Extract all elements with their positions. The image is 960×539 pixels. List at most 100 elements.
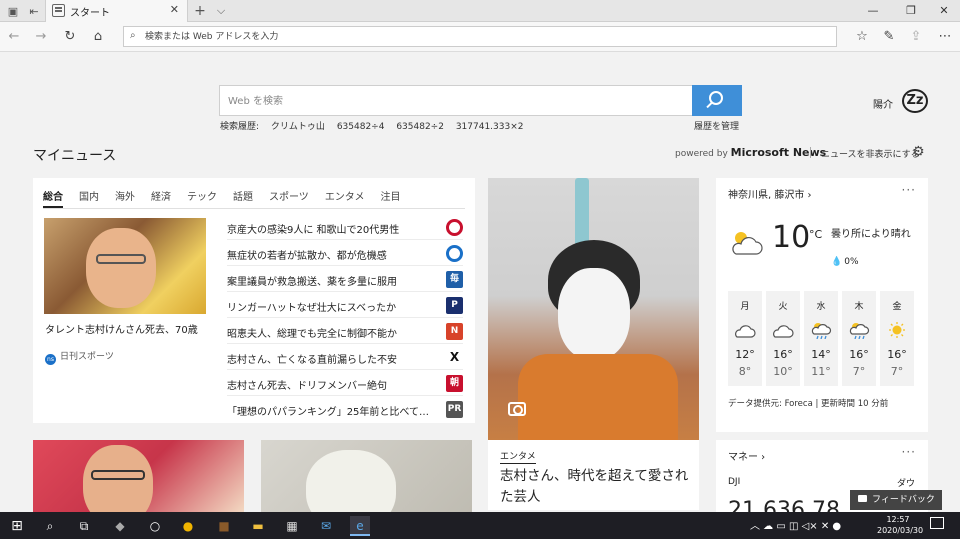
forecast-day-label: 金 [892,302,902,312]
tab-featured[interactable]: 注目 [381,186,401,208]
gear-icon[interactable]: ⚙ [912,144,925,160]
news-card-image[interactable] [33,440,244,512]
news-card-image[interactable] [261,440,472,512]
headline-text[interactable]: 京産大の感染9人に 和歌山で20代男性 [227,221,399,236]
tab-sports[interactable]: スポーツ [269,186,309,208]
hero-news-source: ns 日刊スポーツ [45,349,114,365]
tabs-aside-icon[interactable]: ⇤ [26,3,42,19]
headline-item[interactable]: 志村さん死去、ドリフメンバー絶句 朝 [227,370,463,396]
notification-icon[interactable] [930,517,944,529]
search-history-item[interactable]: 635482÷4 [337,122,385,132]
windows-start-icon[interactable]: ⊞ [7,516,27,536]
camera-icon [508,402,526,416]
precipitation-value: 0% [844,257,859,267]
tab-start[interactable]: スタート ✕ [45,0,188,22]
forecast-day[interactable]: 月 12° 8° [728,291,762,386]
tab-tech[interactable]: テック [187,186,217,208]
tab-topics[interactable]: 話題 [233,186,253,208]
more-icon[interactable]: ··· [902,445,916,459]
edge-browser-icon[interactable]: e [350,516,370,536]
story-headline[interactable]: 志村さん、時代を超えて愛された芸人 [500,466,690,508]
address-bar[interactable]: ⌕ [123,26,837,47]
tab-entertainment[interactable]: エンタメ [325,186,365,208]
minimize-button[interactable]: — [864,2,882,20]
window-close-button[interactable]: ✕ [935,2,953,20]
restore-button[interactable]: ❐ [902,2,920,20]
more-icon[interactable]: ··· [902,183,916,197]
headline-text[interactable]: 無症状の若者が拡散か、都が危機感 [227,247,387,262]
manage-history-link[interactable]: 履歴を管理 [694,119,739,132]
clock[interactable]: 12:57 2020/03/30 [877,514,923,536]
search-icon[interactable]: ⌕ [40,516,60,536]
forward-icon[interactable]: → [32,28,50,46]
story-photo[interactable] [488,178,699,440]
headline-text[interactable]: 志村さん死去、ドリフメンバー絶句 [227,377,387,392]
news-source-logo-icon: 毎 [446,271,463,288]
favorites-icon[interactable]: ☆ [853,28,871,46]
task-view-icon[interactable]: ⧉ [74,516,94,536]
share-icon[interactable]: ⇪ [907,28,925,46]
forecast-list: 月 12° 8° 火 16° 10° 水 14° 11° 木 16° 7° 金 16° 7° [728,291,918,386]
new-tab-button[interactable]: + [192,3,208,19]
headline-text[interactable]: リンガーハットなぜ壮大にスベったか [227,299,396,314]
tab-actions-icon[interactable]: ▣ [5,3,21,19]
headline-item[interactable]: 無症状の若者が拡散か、都が危機感 [227,240,463,266]
user-avatar-icon[interactable]: Zz [902,89,928,113]
search-history-item[interactable]: クリムトゥ山 [271,122,325,132]
search-icon [709,91,723,105]
tab-domestic[interactable]: 国内 [79,186,99,208]
opera-icon[interactable]: ○ [145,516,165,536]
headline-text[interactable]: 案里議員が救急搬送、薬を多量に服用 [227,273,397,288]
headline-item[interactable]: 案里議員が救急搬送、薬を多量に服用 毎 [227,266,463,292]
app-icon[interactable]: ◆ [110,516,130,536]
forecast-high: 14° [811,348,831,361]
headline-text[interactable]: 昭恵夫人、総理でも完全に制御不能か [227,325,397,340]
forecast-day-label: 水 [816,302,826,312]
headline-item[interactable]: リンガーハットなぜ壮大にスベったか P [227,292,463,318]
forecast-day[interactable]: 木 16° 7° [842,291,876,386]
home-icon[interactable]: ⌂ [89,28,107,46]
feedback-button[interactable]: フィードバック [850,490,942,510]
tab-close-icon[interactable]: ✕ [170,3,179,16]
more-icon[interactable]: ⋯ [936,28,954,46]
weather-location[interactable]: 神奈川県, 藤沢市 › [728,186,812,201]
refresh-icon[interactable]: ↻ [61,28,79,46]
money-title[interactable]: マネー › [728,448,765,463]
tab-world[interactable]: 海外 [115,186,135,208]
address-input[interactable] [145,28,825,45]
tab-general[interactable]: 総合 [43,186,63,208]
search-history-item[interactable]: 317741.333×2 [456,122,524,132]
back-icon[interactable]: ← [5,28,23,46]
headline-item[interactable]: 京産大の感染9人に 和歌山で20代男性 [227,214,463,240]
pen-icon[interactable]: ✎ [880,28,898,46]
file-explorer-icon[interactable]: ▬ [248,516,268,536]
web-search-input[interactable] [228,92,683,110]
mail-icon[interactable]: ✉ [316,516,336,536]
photo-story-card[interactable]: エンタメ 志村さん、時代を超えて愛された芸人 [488,178,699,510]
sun-rain-icon [811,323,832,339]
tab-list-icon[interactable]: ⌵ [213,3,229,19]
headline-text[interactable]: 「理想のパパランキング」25年前と比べて… [227,403,429,418]
app-icon[interactable]: ■ [214,516,234,536]
hero-news-image[interactable] [44,218,206,314]
headline-text[interactable]: 志村さん、亡くなる直前漏らした不安 [227,351,397,366]
store-icon[interactable]: ▦ [282,516,302,536]
headline-item[interactable]: 志村さん、亡くなる直前漏らした不安 X [227,344,463,370]
hide-news-link[interactable]: ニュースを非表示にする [821,147,920,160]
forecast-day[interactable]: 金 16° 7° [880,291,914,386]
search-button[interactable] [692,85,742,116]
headline-item[interactable]: 「理想のパパランキング」25年前と比べて… PR [227,396,463,422]
tab-economy[interactable]: 経済 [151,186,171,208]
money-title-text: マネー [728,452,758,463]
system-tray[interactable]: ︿ ☁ ▭ ◫ ◁× ✕ ● [750,517,841,532]
forecast-day[interactable]: 水 14° 11° [804,291,838,386]
user-name[interactable]: 陽介 [873,96,893,111]
search-history-item[interactable]: 635482÷2 [396,122,444,132]
powered-by-brand[interactable]: Microsoft News [731,146,827,159]
app-coin-icon[interactable]: ● [178,516,198,536]
temperature-unit[interactable]: °C [809,228,822,241]
hero-news-headline[interactable]: タレント志村けんさん死去、70歳 [45,321,198,336]
forecast-day[interactable]: 火 16° 10° [766,291,800,386]
source-name: 日刊スポーツ [60,352,114,362]
headline-item[interactable]: 昭恵夫人、総理でも完全に制御不能か N [227,318,463,344]
